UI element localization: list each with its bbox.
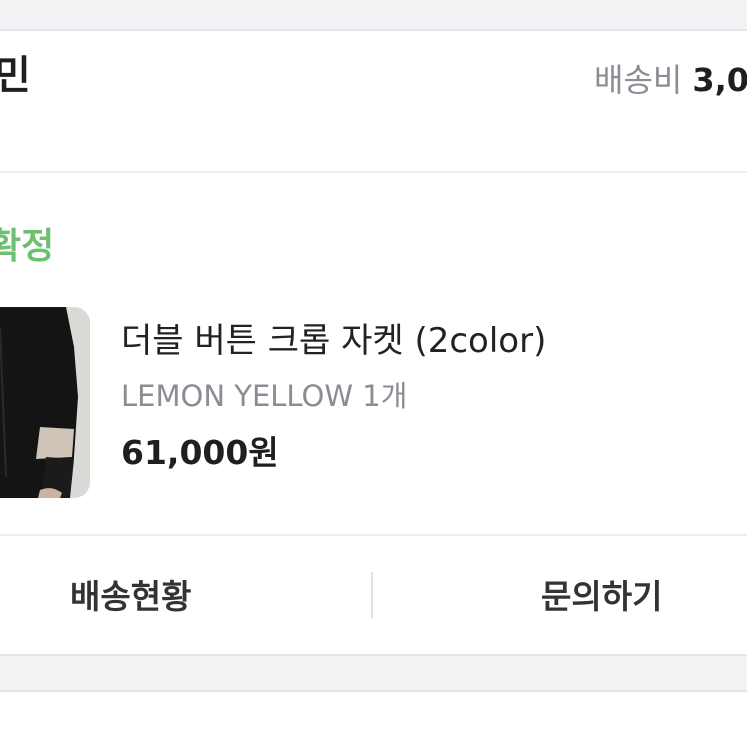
shipping-fee-value: 3,0 — [692, 61, 747, 99]
shipping-fee-label: 배송비 — [594, 61, 683, 99]
shipping-fee: 배송비 3,0 — [594, 55, 747, 101]
product-option: LEMON YELLOW 1개 — [121, 379, 408, 413]
next-card — [0, 690, 747, 747]
product-price: 61,000원 — [121, 433, 279, 472]
order-status: 확정 — [0, 226, 55, 267]
track-delivery-button[interactable]: 배송현황 — [0, 536, 372, 652]
product-name[interactable]: 더블 버튼 크롭 자켓 (2color) — [121, 313, 546, 362]
product-thumbnail[interactable] — [0, 307, 90, 498]
product-photo-icon — [0, 307, 90, 498]
inquiry-button[interactable]: 문의하기 — [373, 536, 747, 652]
header-divider — [0, 171, 747, 173]
order-page: 민 배송비 3,0 확정 더블 버튼 크롭 자켓 (2color) LEMON Y… — [0, 0, 747, 747]
store-name[interactable]: 민 — [0, 43, 31, 101]
